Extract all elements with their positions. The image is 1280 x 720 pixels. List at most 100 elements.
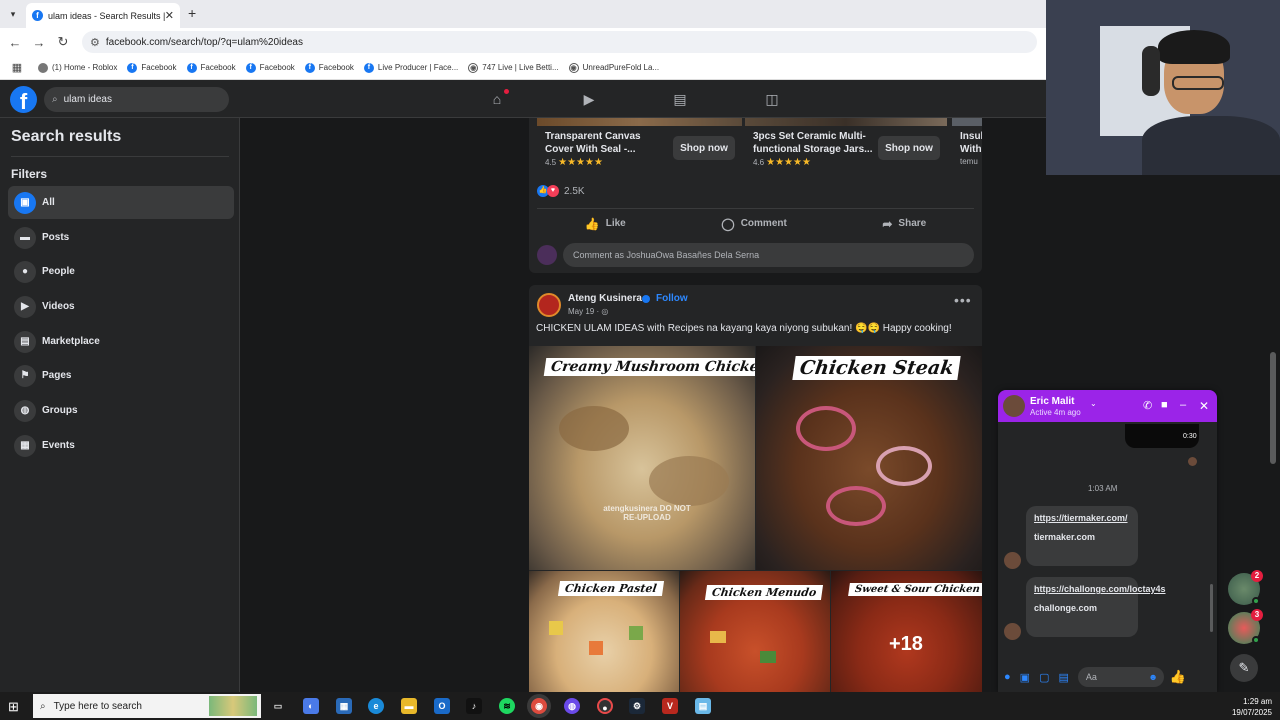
product-card[interactable]: Insul With temu: [952, 118, 982, 172]
marketplace-icon[interactable]: ▤: [671, 90, 689, 108]
comment-button[interactable]: ◯ Comment: [721, 217, 787, 231]
unread-badge: 2: [1251, 570, 1263, 582]
notepad-icon[interactable]: ▤: [695, 698, 711, 714]
post-image[interactable]: Sweet & Sour Chicken +18: [831, 571, 982, 692]
copilot-icon[interactable]: ◐: [303, 698, 319, 714]
video-icon[interactable]: ▶: [580, 90, 598, 108]
thumbs-up-icon[interactable]: 👍: [1170, 669, 1186, 685]
emoji-icon[interactable]: ☻: [1148, 672, 1157, 682]
steam-icon[interactable]: ⚙: [629, 698, 645, 714]
bookmark-item[interactable]: f Live Producer | Face...: [363, 62, 458, 73]
onion-ring: [796, 406, 856, 451]
chat-header[interactable]: Eric Malit Active 4m ago ⌄ ✆ ■ – ✕: [998, 390, 1217, 422]
follow-button[interactable]: Follow: [656, 293, 688, 304]
filter-events[interactable]: ▦ Events: [8, 429, 234, 462]
message-input[interactable]: Aa ☻: [1077, 667, 1164, 687]
bookmark-item[interactable]: ◉ UnreadPureFold La...: [568, 62, 659, 73]
filter-videos[interactable]: ▶ Videos: [8, 290, 234, 323]
filter-pages[interactable]: ⚑ Pages: [8, 359, 234, 392]
facebook-logo-icon[interactable]: f: [10, 86, 37, 113]
forward-arrow-icon[interactable]: →: [27, 35, 51, 50]
post-image[interactable]: Creamy Mushroom Chicken atengkusinera DO…: [529, 346, 755, 570]
valorant-icon[interactable]: V: [662, 698, 678, 714]
more-options-icon[interactable]: •••: [954, 292, 972, 308]
like-button[interactable]: 👍 Like: [585, 217, 626, 231]
message-bubble[interactable]: https://challonge.com/loctay4s challonge…: [1026, 577, 1166, 637]
chat-contact-name[interactable]: Eric Malit: [1030, 396, 1074, 407]
site-info-icon[interactable]: ⚙: [90, 36, 100, 49]
filter-posts[interactable]: ▬ Posts: [8, 221, 234, 254]
bookmark-item[interactable]: f Facebook: [186, 62, 236, 73]
comment-input[interactable]: Comment as JoshuaOwa Basañes Dela Serna: [563, 243, 974, 267]
filter-all[interactable]: ▣ All: [8, 186, 234, 219]
new-message-icon[interactable]: ✎: [1230, 654, 1258, 682]
tiktok-icon[interactable]: ♪: [466, 698, 482, 714]
filter-groups[interactable]: ◍ Groups: [8, 394, 234, 427]
page-title: Search results: [11, 128, 122, 145]
post-image[interactable]: Chicken Menudo: [680, 571, 830, 692]
tab-search-dropdown-icon[interactable]: ▾: [5, 6, 21, 22]
chrome-icon[interactable]: ◉: [531, 698, 547, 714]
post-author[interactable]: Ateng Kusinera: [568, 293, 642, 304]
windows-start-icon[interactable]: ⊞: [8, 699, 19, 715]
sticker-icon[interactable]: ▢: [1039, 671, 1049, 684]
bookmark-item[interactable]: f Facebook: [127, 62, 177, 73]
page-avatar[interactable]: [537, 293, 561, 317]
chat-scrollbar[interactable]: [1210, 584, 1213, 632]
back-arrow-icon[interactable]: ←: [3, 35, 27, 50]
shop-now-button[interactable]: Shop now: [673, 136, 735, 160]
chat-head-bubble[interactable]: 3: [1228, 609, 1263, 644]
post-image[interactable]: Chicken Pastel: [529, 571, 679, 692]
task-view-icon[interactable]: ▭: [270, 698, 286, 714]
apps-grid-icon[interactable]: ▦: [10, 61, 24, 74]
search-input[interactable]: ⌕ ulam ideas: [44, 87, 229, 112]
avatar[interactable]: [1003, 395, 1025, 417]
post-image[interactable]: Chicken Steak: [756, 346, 982, 570]
address-bar[interactable]: ⚙ facebook.com/search/top/?q=ulam%20idea…: [82, 31, 1037, 53]
page-scrollbar[interactable]: [1270, 352, 1276, 464]
product-seller: temu: [960, 157, 978, 166]
product-card[interactable]: 3pcs Set Ceramic Multi-functional Storag…: [745, 118, 947, 172]
minimize-icon[interactable]: –: [1180, 399, 1186, 411]
reaction-summary[interactable]: 👍 ♥ 2.5K: [537, 185, 585, 197]
outlook-icon[interactable]: O: [434, 698, 450, 714]
product-card[interactable]: Transparent Canvas Cover With Seal -... …: [537, 118, 742, 172]
home-icon[interactable]: ⌂: [488, 90, 506, 108]
filter-people[interactable]: ● People: [8, 255, 234, 288]
taskbar-search-input[interactable]: ⌕ Type here to search: [33, 694, 261, 718]
close-tab-icon[interactable]: ✕: [165, 9, 174, 22]
bookmark-item[interactable]: ◉ 747 Live | Live Betti...: [468, 62, 559, 73]
obs-icon[interactable]: ●: [597, 698, 613, 714]
chat-head-bubble[interactable]: 2: [1228, 570, 1263, 605]
share-button[interactable]: ➦ Share: [882, 217, 926, 231]
message-link[interactable]: https://challonge.com/loctay4s: [1034, 583, 1166, 595]
message-bubble[interactable]: https://tiermaker.com/ tiermaker.com: [1026, 506, 1138, 566]
reload-icon[interactable]: ↻: [51, 34, 75, 50]
gif-icon[interactable]: ▤: [1058, 671, 1068, 684]
image-icon[interactable]: ▣: [1020, 671, 1030, 684]
spotify-icon[interactable]: ≋: [499, 698, 515, 714]
post-date[interactable]: May 19 · ◎: [568, 307, 608, 316]
new-tab-button[interactable]: +: [188, 5, 196, 21]
file-explorer-icon[interactable]: ▬: [401, 698, 417, 714]
video-call-icon[interactable]: ■: [1161, 399, 1168, 411]
chevron-down-icon[interactable]: ⌄: [1090, 399, 1097, 408]
store-icon[interactable]: ▦: [336, 698, 352, 714]
gaming-icon[interactable]: ◫: [763, 90, 781, 108]
filter-marketplace[interactable]: ▤ Marketplace: [8, 325, 234, 358]
message-link[interactable]: https://tiermaker.com/: [1034, 512, 1130, 524]
messenger-icon[interactable]: ◍: [564, 698, 580, 714]
edge-icon[interactable]: e: [368, 698, 384, 714]
more-images-count[interactable]: +18: [889, 633, 923, 656]
phone-call-icon[interactable]: ✆: [1143, 399, 1152, 412]
bookmark-item[interactable]: f Facebook: [304, 62, 354, 73]
browser-tab-active[interactable]: f ulam ideas - Search Results | Fa ✕: [26, 3, 180, 28]
bookmark-item[interactable]: (1) Home - Roblox: [38, 62, 117, 73]
product-title: 3pcs Set Ceramic Multi-functional Storag…: [753, 131, 873, 155]
product-image: [952, 118, 982, 126]
microphone-icon[interactable]: ●: [1004, 671, 1011, 683]
close-icon[interactable]: ✕: [1199, 399, 1209, 413]
shop-now-button[interactable]: Shop now: [878, 136, 940, 160]
bookmark-item[interactable]: f Facebook: [245, 62, 295, 73]
system-clock[interactable]: 1:29 am 19/07/2025: [1226, 696, 1272, 718]
